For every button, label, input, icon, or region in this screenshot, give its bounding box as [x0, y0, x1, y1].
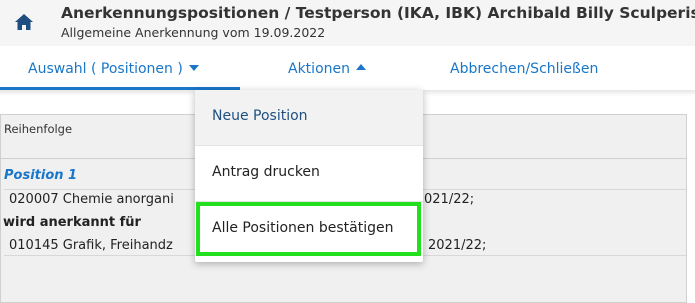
course-line-2-term: 2021/22; — [428, 238, 487, 253]
nav-auswahl-dropdown[interactable]: Auswahl ( Positionen ) — [28, 61, 199, 77]
recognized-for-label: wird anerkannt für — [3, 215, 141, 230]
course-line-2: 010145 Grafik, Freihandz — [9, 238, 173, 253]
menu-item-label: Neue Position — [212, 108, 308, 124]
menu-item-label: Antrag drucken — [212, 164, 320, 180]
course-line-1: 020007 Chemie anorgani — [9, 192, 174, 207]
nav-abbrechen-button[interactable]: Abbrechen/Schließen — [450, 61, 598, 77]
chevron-down-icon — [188, 65, 199, 71]
menu-item-antrag-drucken[interactable]: Antrag drucken — [195, 146, 423, 201]
chevron-up-icon — [356, 64, 366, 70]
menu-item-neue-position[interactable]: Neue Position — [195, 90, 423, 145]
course-line-1-term: 021/22; — [424, 192, 475, 207]
nav-aktionen-dropdown[interactable]: Aktionen — [288, 61, 366, 77]
action-navbar: Auswahl ( Positionen ) Aktionen Abbreche… — [0, 46, 695, 90]
nav-auswahl-label: Auswahl ( Positionen ) — [28, 61, 183, 77]
nav-aktionen-label: Aktionen — [288, 61, 350, 77]
page-header: Anerkennungspositionen / Testperson (IKA… — [0, 0, 695, 46]
page-subtitle: Allgemeine Anerkennung vom 19.09.2022 — [61, 25, 326, 40]
highlight-box — [196, 202, 421, 256]
column-header-reihenfolge: Reihenfolge — [4, 122, 73, 136]
page-title: Anerkennungspositionen / Testperson (IKA… — [61, 4, 695, 22]
home-icon[interactable] — [14, 12, 34, 32]
position-label[interactable]: Position 1 — [4, 168, 77, 183]
